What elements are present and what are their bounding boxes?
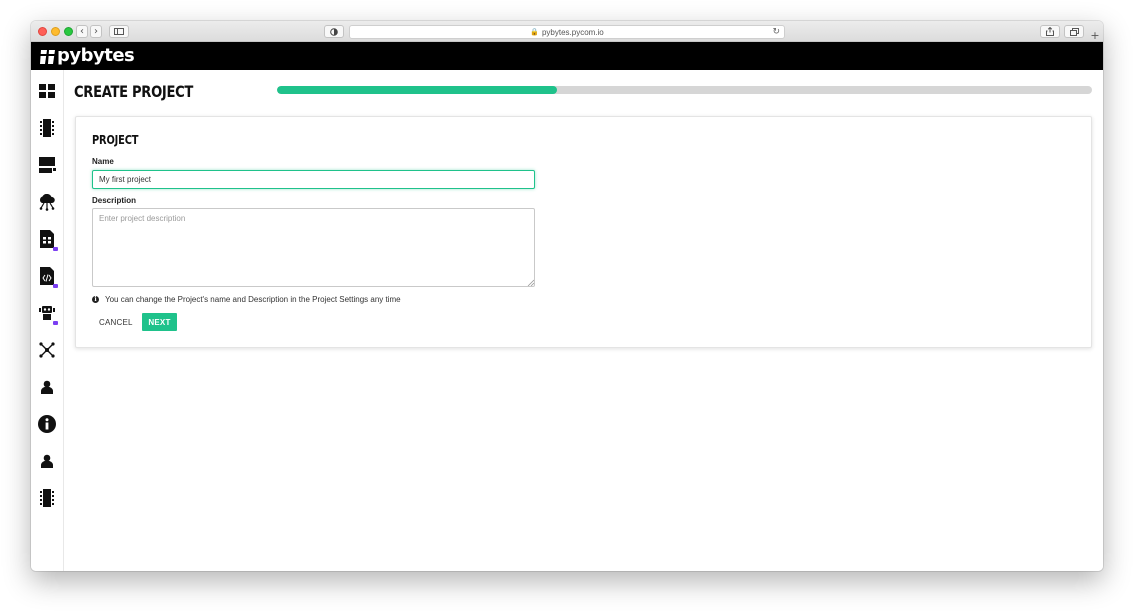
- user-icon: [41, 454, 53, 468]
- storage-icon: [38, 156, 56, 173]
- sidebar-icon: [114, 28, 124, 35]
- tabs-overview-button[interactable]: [1064, 25, 1084, 38]
- sidebar-item-network[interactable]: [38, 341, 56, 359]
- main-content: Create Project Project Name Description …: [64, 70, 1103, 571]
- device-chip-icon: [40, 489, 54, 507]
- plus-icon: +: [1090, 28, 1100, 42]
- dashboard-icon: [39, 84, 55, 98]
- address-url: pybytes.pycom.io: [541, 27, 604, 37]
- network-nodes-icon: [39, 342, 55, 358]
- sidebar-item-sim[interactable]: [38, 230, 58, 251]
- hint-text: You can change the Project's name and De…: [105, 295, 401, 304]
- sidebar-item-cloud[interactable]: [38, 193, 56, 211]
- tabs-icon: [1069, 27, 1079, 36]
- project-form-card: Project Name Description i You can chang…: [75, 116, 1092, 348]
- sidebar-toggle-button[interactable]: [109, 25, 129, 38]
- sidebar-item-info[interactable]: [38, 415, 56, 433]
- sidebar-item-hardware[interactable]: [38, 489, 56, 507]
- project-name-input[interactable]: [92, 170, 535, 189]
- beta-badge: [53, 321, 58, 325]
- forward-button[interactable]: ›: [90, 25, 102, 38]
- sidebar-item-account[interactable]: [38, 378, 56, 396]
- cancel-button[interactable]: CANCEL: [92, 313, 140, 331]
- chevron-left-icon: ‹: [80, 25, 84, 37]
- browser-titlebar: ‹ › 🔒 pybytes.pycom.io ↻ +: [31, 21, 1103, 42]
- sidebar-item-storage[interactable]: [38, 156, 56, 174]
- next-button[interactable]: NEXT: [142, 313, 177, 331]
- pybytes-logo-icon: [40, 50, 56, 64]
- lock-icon: 🔒: [530, 28, 539, 36]
- share-button[interactable]: [1040, 25, 1060, 38]
- info-icon: [38, 415, 56, 433]
- sidebar-item-code[interactable]: [38, 267, 58, 288]
- info-icon: i: [92, 296, 99, 303]
- sidebar: [31, 70, 64, 571]
- close-window-button[interactable]: [38, 27, 47, 36]
- reload-icon[interactable]: ↻: [772, 27, 780, 37]
- wizard-progress-fill: [277, 86, 557, 94]
- brand-name: pybytes: [57, 45, 135, 66]
- chevron-right-icon: ›: [94, 25, 98, 37]
- code-file-icon: [40, 267, 54, 285]
- sidebar-item-dashboard[interactable]: [38, 82, 56, 100]
- new-tab-button[interactable]: +: [1089, 29, 1101, 42]
- zoom-window-button[interactable]: [64, 27, 73, 36]
- project-description-input[interactable]: [92, 208, 535, 287]
- back-button[interactable]: ‹: [76, 25, 88, 38]
- share-icon: [1046, 27, 1054, 36]
- beta-badge: [53, 247, 58, 251]
- device-chip-icon: [40, 119, 54, 137]
- app-header: pybytes: [31, 42, 1103, 70]
- wizard-progress-bar: [277, 86, 1092, 94]
- user-icon: [41, 380, 53, 394]
- sidebar-item-profile[interactable]: [38, 452, 56, 470]
- sim-card-icon: [40, 230, 54, 248]
- beta-badge: [53, 284, 58, 288]
- robot-icon: [39, 306, 55, 320]
- hint-row: i You can change the Project's name and …: [92, 295, 401, 304]
- cloud-network-icon: [39, 193, 55, 211]
- minimize-window-button[interactable]: [51, 27, 60, 36]
- privacy-report-button[interactable]: [324, 25, 344, 38]
- resize-handle-icon[interactable]: [527, 279, 534, 286]
- sidebar-item-devices[interactable]: [38, 119, 56, 137]
- description-label: Description: [92, 196, 137, 205]
- name-label: Name: [92, 157, 114, 166]
- address-bar[interactable]: 🔒 pybytes.pycom.io ↻: [349, 25, 785, 39]
- shield-icon: [330, 27, 338, 36]
- browser-window: ‹ › 🔒 pybytes.pycom.io ↻ + pybytes CREAT…: [31, 21, 1103, 571]
- page-title: Create Project: [74, 82, 194, 101]
- sidebar-item-automation[interactable]: [38, 304, 58, 325]
- section-title: Project: [92, 133, 139, 147]
